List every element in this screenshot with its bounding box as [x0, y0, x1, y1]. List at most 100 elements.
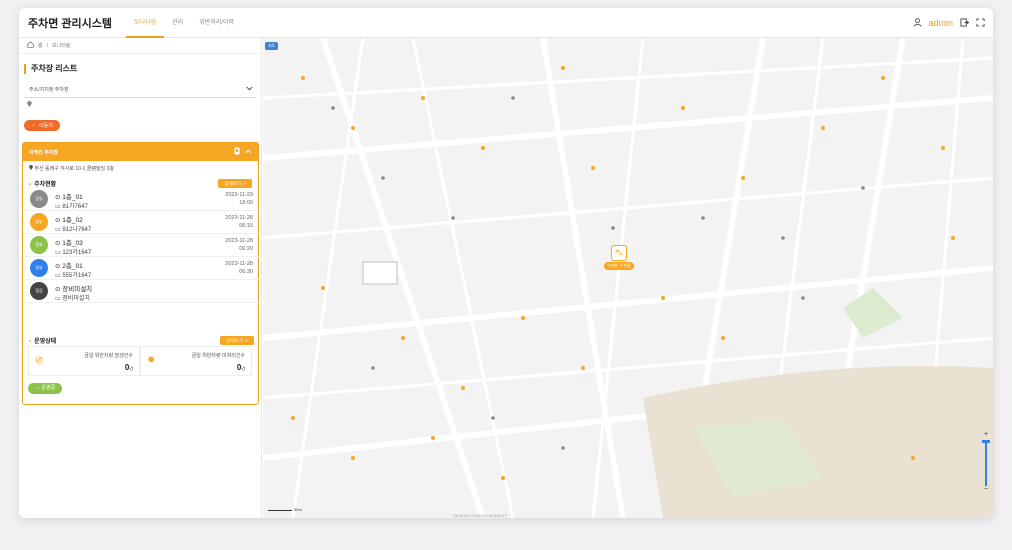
space-name: ⊙ 1층_01: [55, 194, 83, 201]
space-name: ⊙ 1층_02: [55, 217, 83, 224]
car-number-text: 123가1647: [62, 250, 92, 256]
zoom-slider[interactable]: [982, 440, 990, 486]
list-item[interactable]: 점유 ⊙ 1층_01 ▭ 81가7647 2023-11-29 18:00: [24, 188, 259, 211]
ops-status-title: 운영상태: [29, 336, 56, 345]
user-area: admin: [912, 8, 985, 38]
zoom-out-icon[interactable]: −: [981, 486, 991, 493]
violation-count-label: 금일 위반차량 발생건수: [84, 353, 133, 359]
space-name-text: 1층_03: [62, 240, 83, 247]
parking-list-title: 주차장 리스트: [24, 64, 261, 74]
arrows-icon: ↔: [31, 122, 36, 128]
tab-monitoring[interactable]: 모니터링: [126, 8, 165, 38]
occupied-car-icon: 점유: [30, 213, 48, 231]
location-pin-icon: [27, 101, 261, 111]
unprocessed-count-unit: 건: [241, 366, 245, 371]
user-name[interactable]: admin: [928, 18, 953, 28]
breadcrumb-current: 모니터링: [52, 43, 71, 49]
ops-status-detail-button[interactable]: 상세보기 ↗: [220, 335, 254, 345]
parking-status-detail-button[interactable]: 상세보기 ↗: [218, 178, 252, 188]
space-name-text: 1층_02: [62, 217, 83, 224]
space-name-text: 2층_01: [62, 263, 83, 270]
violation-count-box: ⊘ 금일 위반차량 발생건수 0건: [28, 346, 140, 376]
list-item[interactable]: 점유 ⊙ 1층_02 ▭ 912나7647 2023-11-28 06:15: [24, 211, 259, 234]
chevron-down-icon: [246, 86, 253, 93]
gear-icon: ✹: [147, 355, 156, 366]
select-value: 주소/지지정 주차장: [29, 87, 69, 93]
entry-time: 2023-11-29 18:00: [225, 191, 253, 207]
violation-count-value: 0건: [125, 363, 133, 372]
car-number: ▭ 81가7647: [55, 204, 88, 210]
tab-management[interactable]: 관리: [164, 8, 191, 38]
move-button[interactable]: ↔ 이동지: [24, 119, 60, 131]
operating-button[interactable]: ↔ 운영중: [28, 383, 63, 394]
parking-lot-marker[interactable]: ⛍ 이케인 주차장: [604, 245, 634, 270]
list-item[interactable]: 점유 ⊙ 1층_03 ▭ 123가1647 2023-11-28 06:20: [24, 234, 259, 257]
entry-time: 2023-11-28 06:15: [225, 214, 253, 230]
marker-label: 이케인 주차장: [604, 262, 634, 270]
address-text: 부산 동래구 석사로 10-1 클렘빌딩 3층: [34, 166, 114, 172]
car-number-text: 912나7647: [62, 227, 92, 233]
list-item[interactable]: 점유 ⊙ 2층_01 ▭ 555가1647 2023-11-28 06:30: [24, 257, 259, 280]
ops-stat-boxes: ⊘ 금일 위반차량 발생건수 0건 ✹ 금일 위반차량 미처리건수 0건: [28, 346, 252, 376]
map-canvas: [263, 38, 993, 518]
arrow-icon: ↗: [242, 180, 246, 186]
logout-icon[interactable]: [959, 18, 969, 28]
breadcrumb-separator: /: [46, 42, 48, 49]
move-button-label: 이동지: [39, 122, 53, 129]
parking-marker-icon: ⛍: [611, 245, 627, 261]
main-tabs: 모니터링 관리 위반처리/이력: [126, 8, 242, 38]
entry-time: 2023-11-28 06:30: [225, 260, 253, 276]
car-number-text: 81가7647: [62, 204, 88, 210]
arrow-icon: ↗: [244, 337, 248, 343]
occupied-car-icon: 점유: [30, 259, 48, 277]
entry-hour: 06:20: [239, 246, 253, 252]
parking-lot-select[interactable]: 주소/지지정 주차장: [24, 82, 256, 98]
breadcrumb-home[interactable]: 홈: [38, 42, 43, 49]
no-car-icon: ⊘: [35, 355, 44, 366]
fullscreen-icon[interactable]: [975, 18, 985, 28]
scale-line: [268, 510, 292, 511]
sidebar: 홈 / 모니터링 주차장 리스트 주소/지지정 주차장 ↔ 이동지 이케인 주차…: [19, 38, 262, 518]
zoom-in-icon[interactable]: +: [981, 431, 991, 438]
ops-status-header: 운영상태 상세보기 ↗: [29, 335, 254, 345]
parking-lot-address: 부산 동래구 석사로 10-1 클렘빌딩 3층: [29, 165, 258, 172]
breadcrumb: 홈 / 모니터링: [19, 38, 261, 54]
user-icon: [912, 18, 922, 28]
occupied-car-icon: 점유: [30, 236, 48, 254]
entry-hour: 06:15: [239, 223, 253, 229]
detail-button-label: 상세보기: [224, 180, 241, 186]
car-number-text: 장비미설치: [62, 296, 90, 302]
top-bar: 주차면 관리시스템 모니터링 관리 위반처리/이력 admin: [19, 8, 993, 38]
parking-status-title: 주차현황: [29, 179, 56, 188]
parking-lot-name: 이케인 주차장: [29, 149, 58, 156]
zoom-handle[interactable]: [982, 440, 990, 443]
app-window: 주차면 관리시스템 모니터링 관리 위반처리/이력 admin 홈 / 모니터링…: [19, 8, 993, 518]
violation-count-unit: 건: [129, 366, 133, 371]
car-number: ▭ 123가1647: [55, 250, 92, 256]
home-icon[interactable]: [27, 41, 34, 50]
detail-button-label: 상세보기: [226, 337, 243, 343]
entry-date: 2023-11-28: [225, 261, 253, 267]
map-copyright: ©KAKAO ©KAKAO MOBILITY: [453, 513, 508, 518]
parking-space-list: 점유 ⊙ 1층_01 ▭ 81가7647 2023-11-29 18:00 점유 …: [24, 188, 259, 308]
zoom-control[interactable]: + −: [981, 431, 991, 501]
bookmark-icon[interactable]: [234, 147, 240, 157]
entry-date: 2023-11-29: [225, 192, 253, 198]
list-item[interactable]: 점검 ⊙ 장비미설치 ▭ 장비미설치: [24, 280, 259, 303]
parking-lot-card-header[interactable]: 이케인 주차장: [23, 143, 258, 161]
occupied-car-icon: 점유: [30, 190, 48, 208]
space-name-text: 1층_01: [62, 194, 83, 201]
parking-status-header: 주차현황 상세보기 ↗: [29, 178, 252, 188]
unprocessed-count-label: 금일 위반차량 미처리건수: [191, 353, 245, 359]
entry-date: 2023-11-28: [225, 215, 253, 221]
tab-violation-history[interactable]: 위반처리/이력: [191, 8, 242, 38]
car-number: ▭ 장비미설치: [55, 296, 90, 302]
car-number-text: 555가1647: [62, 273, 92, 279]
map-view[interactable]: 지도 ⛍ 이케인 주차장 + − 50m ©KAKAO ©KAKAO MOBIL…: [263, 38, 993, 518]
card-header-icons: [234, 147, 252, 157]
no-device-icon: 점검: [30, 282, 48, 300]
map-type-button[interactable]: 지도: [265, 42, 279, 50]
chevron-up-icon[interactable]: [245, 148, 252, 156]
app-title: 주차면 관리시스템: [28, 17, 113, 30]
car-number: ▭ 555가1647: [55, 273, 92, 279]
